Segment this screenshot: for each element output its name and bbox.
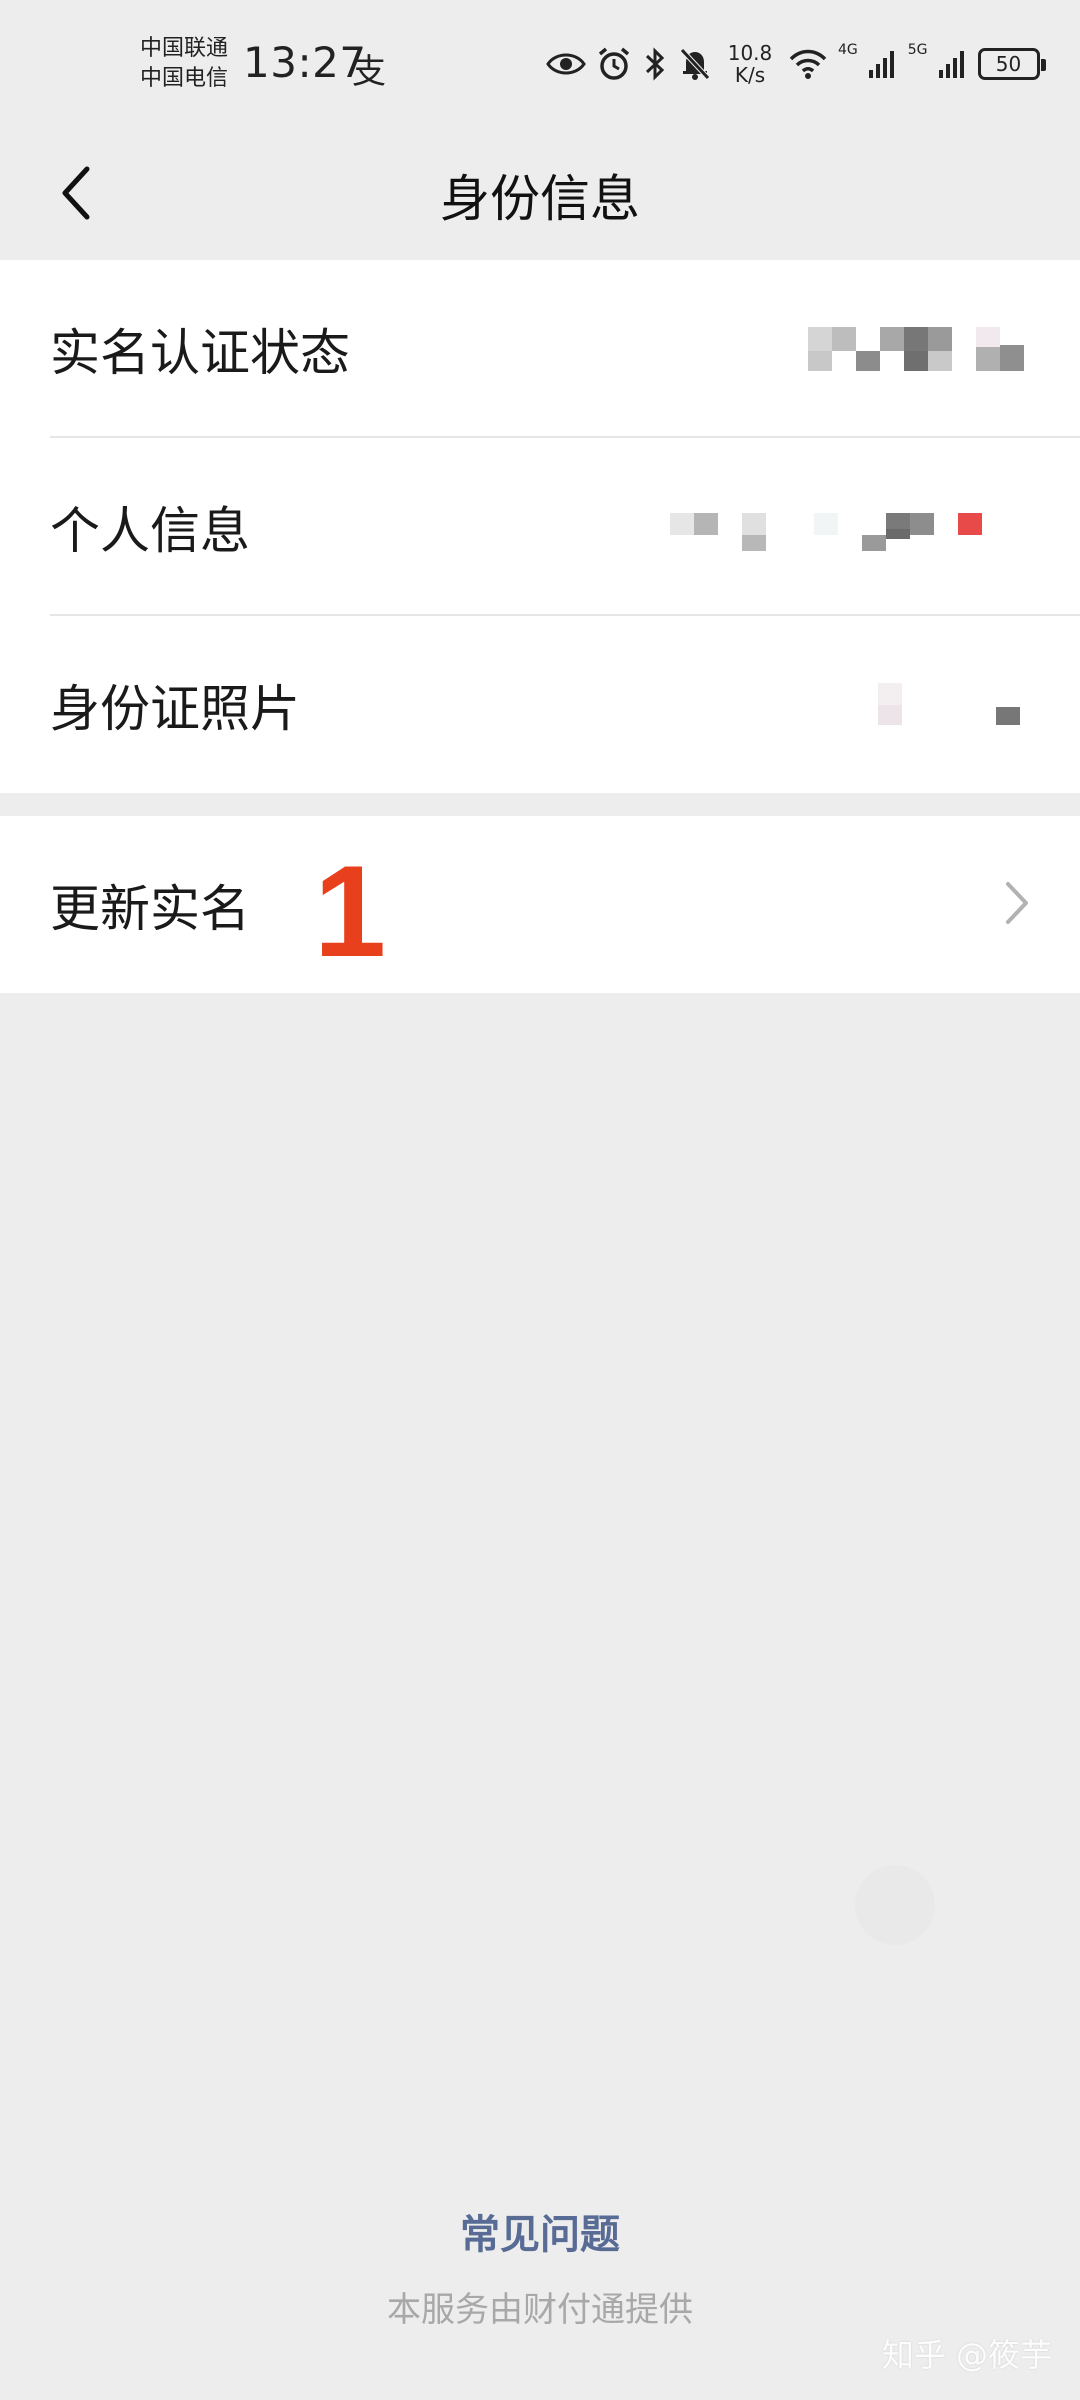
back-button[interactable]	[40, 160, 110, 230]
net-speed-value: 10.8	[727, 41, 773, 65]
masked-value	[670, 499, 990, 555]
signal-icon	[938, 48, 968, 80]
list-item-label: 个人信息	[50, 501, 250, 560]
clock: 13:27	[243, 38, 367, 87]
faq-link[interactable]: 常见问题	[0, 2202, 1080, 2260]
masked-value	[808, 321, 1028, 377]
carrier-1: 中国联通	[140, 36, 229, 61]
update-real-name-group: 更新实名 1	[0, 816, 1080, 993]
signal-1-label: 4G	[838, 42, 858, 58]
signal-icon	[868, 48, 898, 80]
status-icons: 10.8 K/s 4G 5G 50	[546, 36, 1046, 92]
list-item-id-photo[interactable]: 身份证照片	[0, 616, 1080, 793]
floating-circle	[855, 1865, 935, 1945]
list-item-verification-status[interactable]: 实名认证状态	[0, 260, 1080, 437]
step-marker: 1	[313, 838, 387, 984]
eye-icon	[546, 50, 586, 78]
alipay-icon: 支	[352, 52, 386, 92]
nav-bar: 身份信息	[0, 130, 1080, 260]
list-item-label: 更新实名	[50, 879, 250, 938]
provider-note: 本服务由财付通提供	[387, 2290, 693, 2330]
page-title: 身份信息	[440, 170, 640, 228]
battery-level: 50	[995, 52, 1022, 76]
identity-info-group: 实名认证状态 个人信息 身份证照片	[0, 260, 1080, 793]
status-bar: 中国联通 中国电信 13:27 支 10.8 K/s 4G 5G 50	[0, 0, 1080, 130]
battery-icon: 50	[977, 48, 1046, 80]
list-item-label: 身份证照片	[50, 679, 300, 738]
list-item-personal-info[interactable]: 个人信息	[0, 438, 1080, 615]
chevron-left-icon	[55, 163, 95, 227]
bell-off-icon	[678, 46, 712, 82]
bluetooth-icon	[642, 46, 668, 82]
carrier-labels: 中国联通 中国电信	[140, 34, 228, 94]
wifi-icon	[788, 48, 828, 80]
net-speed-unit: K/s	[734, 63, 766, 87]
update-real-name-item[interactable]: 更新实名 1	[0, 816, 1080, 993]
carrier-2: 中国电信	[140, 66, 229, 91]
alarm-icon	[596, 46, 632, 82]
masked-value	[878, 677, 1028, 733]
net-speed: 10.8 K/s	[722, 42, 778, 86]
chevron-right-icon	[1004, 880, 1030, 930]
list-item-label: 实名认证状态	[50, 323, 350, 382]
signal-2-label: 5G	[907, 42, 928, 58]
watermark: 知乎 @筱芋	[881, 2336, 1052, 2374]
